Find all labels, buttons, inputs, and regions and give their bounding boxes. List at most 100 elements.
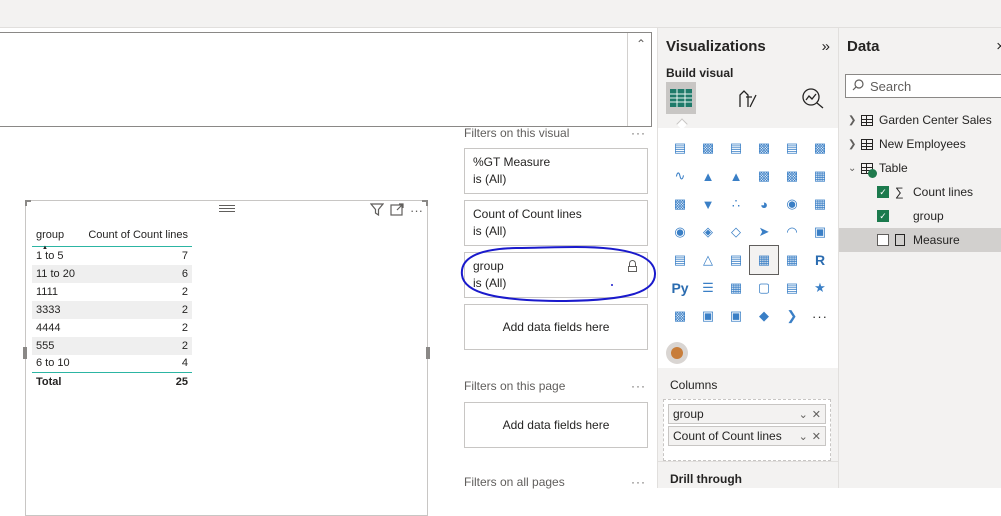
card-icon[interactable]: ▣: [806, 218, 834, 246]
matrix-icon[interactable]: ▦: [778, 246, 806, 274]
filter-card-count-lines[interactable]: Count of Count lines is (All): [464, 200, 648, 246]
checkbox-unchecked-icon[interactable]: [877, 234, 889, 246]
funnel-chart-icon[interactable]: ▼: [694, 190, 722, 218]
smart-narrative-icon[interactable]: ▤: [778, 274, 806, 302]
shape-map-icon[interactable]: ◇: [722, 218, 750, 246]
table-node-table[interactable]: ⌄ Table: [839, 156, 1001, 180]
multi-row-card-icon[interactable]: ▤: [666, 246, 694, 274]
more-options-icon[interactable]: ···: [631, 475, 646, 489]
more-options-icon[interactable]: ···: [631, 126, 646, 140]
field-pill-label: Count of Count lines: [673, 429, 782, 443]
resize-corner[interactable]: [25, 200, 31, 206]
filter-card-state: is (All): [473, 276, 507, 290]
kpi-icon[interactable]: △: [694, 246, 722, 274]
add-data-fields-visual[interactable]: Add data fields here: [464, 304, 648, 350]
columns-well-label: Columns: [670, 378, 718, 392]
drag-grip-icon[interactable]: [219, 203, 235, 213]
paginated-report-icon[interactable]: ▩: [666, 302, 694, 330]
field-pill-group[interactable]: group ⌄ ✕: [668, 404, 826, 424]
field-pill-label: group: [673, 407, 704, 421]
resize-handle-left[interactable]: [23, 347, 27, 359]
field-group[interactable]: ✓ group: [839, 204, 1001, 228]
key-influencers-icon[interactable]: ☰: [694, 274, 722, 302]
checkbox-checked-icon[interactable]: ✓: [877, 186, 889, 198]
clustered-column-chart-icon[interactable]: ▩: [750, 134, 778, 162]
in-use-badge-icon: [868, 168, 877, 178]
100-stacked-bar-chart-icon[interactable]: ▤: [778, 134, 806, 162]
ribbon-chart-icon[interactable]: ▦: [806, 162, 834, 190]
line-and-column-chart-icon[interactable]: ▩: [750, 162, 778, 190]
treemap-icon[interactable]: ▦: [806, 190, 834, 218]
power-apps-icon[interactable]: ▣: [722, 302, 750, 330]
filter-card-group[interactable]: group is (All): [464, 252, 648, 298]
cell: 1111: [36, 285, 59, 298]
chevron-down-icon[interactable]: ⌄: [799, 408, 808, 421]
table-node-new-employees[interactable]: ❯ New Employees: [839, 132, 1001, 156]
table-visual-icon[interactable]: ▦: [749, 245, 779, 275]
python-visual-icon[interactable]: Py: [666, 274, 694, 302]
gauge-icon[interactable]: ◠: [778, 218, 806, 246]
build-visual-tab-icon[interactable]: [666, 82, 696, 114]
text-box-visual[interactable]: ⌃: [0, 32, 652, 127]
stacked-bar-chart-icon[interactable]: ▤: [666, 134, 694, 162]
column-header-count[interactable]: Count of Count lines: [82, 227, 192, 247]
focus-mode-icon[interactable]: [390, 203, 404, 219]
stacked-column-chart-icon[interactable]: ▩: [694, 134, 722, 162]
visualizations-pane: Visualizations » Build visual ▤ ▩ ▤ ▩ ▤ …: [657, 28, 839, 488]
checkbox-checked-icon[interactable]: ✓: [877, 210, 889, 222]
pie-chart-icon[interactable]: ◕: [750, 190, 778, 218]
table-visual[interactable]: ··· group Count of Count lines 1 to 5 7 1…: [23, 200, 430, 516]
resize-handle-right[interactable]: [426, 347, 430, 359]
column-header-group[interactable]: group: [32, 227, 82, 247]
slicer-icon[interactable]: ▤: [722, 246, 750, 274]
close-icon[interactable]: ×: [996, 38, 1001, 55]
area-chart-icon[interactable]: ▲: [694, 162, 722, 190]
chevron-up-icon[interactable]: ⌃: [636, 37, 646, 51]
filled-map-icon[interactable]: ◈: [694, 218, 722, 246]
filters-on-page-heading: Filters on this page: [464, 379, 566, 393]
stacked-area-chart-icon[interactable]: ▲: [722, 162, 750, 190]
custom-visual-badge-icon[interactable]: [666, 342, 688, 364]
collapse-pane-icon[interactable]: »: [822, 38, 830, 55]
map-icon[interactable]: ◉: [666, 218, 694, 246]
azure-ml-icon[interactable]: ▣: [694, 302, 722, 330]
total-row: Total 25: [32, 372, 192, 391]
table-row: 6 to 10 4: [32, 355, 192, 373]
filter-icon[interactable]: [369, 203, 385, 219]
qa-visual-icon[interactable]: ▢: [750, 274, 778, 302]
more-visuals-icon[interactable]: ···: [806, 302, 834, 330]
add-data-fields-page[interactable]: Add data fields here: [464, 402, 648, 448]
chevron-right-icon[interactable]: ❯: [848, 139, 858, 150]
analytics-tab-icon[interactable]: [798, 82, 828, 114]
line-and-stacked-column-chart-icon[interactable]: ▩: [778, 162, 806, 190]
r-visual-icon[interactable]: R: [806, 246, 834, 274]
filter-card-gt-measure[interactable]: %GT Measure is (All): [464, 148, 648, 194]
azure-map-icon[interactable]: ➤: [750, 218, 778, 246]
power-automate-icon[interactable]: ◆: [750, 302, 778, 330]
donut-chart-icon[interactable]: ◉: [778, 190, 806, 218]
field-pill-count-lines[interactable]: Count of Count lines ⌄ ✕: [668, 426, 826, 446]
search-input[interactable]: Search: [845, 74, 1001, 98]
line-chart-icon[interactable]: ∿: [666, 162, 694, 190]
format-visual-tab-icon[interactable]: [733, 82, 763, 114]
clustered-bar-chart-icon[interactable]: ▤: [722, 134, 750, 162]
chevron-right-icon[interactable]: ❯: [848, 115, 858, 126]
columns-well[interactable]: group ⌄ ✕ Count of Count lines ⌄ ✕: [663, 399, 831, 461]
more-options-icon[interactable]: ···: [631, 379, 646, 393]
chevron-down-icon[interactable]: ⌄: [848, 163, 858, 174]
field-count-lines[interactable]: ✓ ∑ Count lines: [839, 180, 1001, 204]
custom-visual-icon[interactable]: ❯: [778, 302, 806, 330]
more-options-icon[interactable]: ···: [410, 203, 423, 219]
lock-icon[interactable]: [628, 260, 637, 272]
remove-field-icon[interactable]: ✕: [812, 430, 821, 443]
table-node-garden-center-sales[interactable]: ❯ Garden Center Sales: [839, 108, 1001, 132]
textbox-scrollbar[interactable]: ⌃: [627, 33, 651, 126]
100-stacked-column-chart-icon[interactable]: ▩: [806, 134, 834, 162]
decomposition-tree-icon[interactable]: ▦: [722, 274, 750, 302]
goals-icon[interactable]: ★: [806, 274, 834, 302]
remove-field-icon[interactable]: ✕: [812, 408, 821, 421]
scatter-chart-icon[interactable]: ∴: [722, 190, 750, 218]
waterfall-chart-icon[interactable]: ▩: [666, 190, 694, 218]
field-measure[interactable]: Measure: [839, 228, 1001, 252]
chevron-down-icon[interactable]: ⌄: [799, 430, 808, 443]
